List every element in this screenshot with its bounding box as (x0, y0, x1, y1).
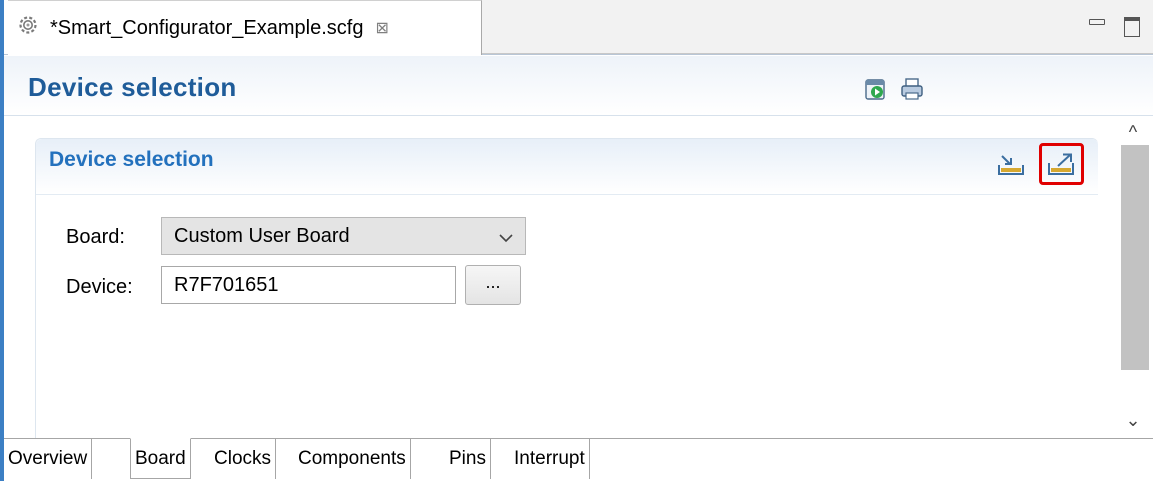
board-select[interactable]: Custom User Board (161, 217, 526, 255)
page-tab-bar: Overview Board Clocks Components Pins In… (4, 438, 1153, 481)
print-icon[interactable] (900, 76, 924, 102)
import-icon[interactable] (996, 151, 1026, 177)
tab-strip-background (482, 0, 1153, 54)
tab-clocks[interactable]: Clocks (210, 439, 277, 479)
scroll-thumb[interactable] (1121, 145, 1149, 370)
tab-overview[interactable]: Overview (4, 439, 93, 479)
board-select-value: Custom User Board (174, 224, 350, 247)
gear-icon (16, 13, 40, 43)
close-icon[interactable]: ⊠ (375, 18, 388, 38)
editor-tab-strip: *Smart_Configurator_Example.scfg ⊠ (4, 0, 1153, 55)
tab-components[interactable]: Components (294, 439, 411, 479)
maximize-icon[interactable] (1121, 14, 1143, 37)
browse-device-button[interactable]: ... (465, 265, 521, 305)
page-title: Device selection (28, 72, 237, 102)
tab-interrupt[interactable]: Interrupt (510, 439, 590, 479)
scroll-up-arrow[interactable]: ^ (1122, 122, 1144, 142)
section-header: Device selection (36, 139, 1098, 195)
device-selection-section: Device selection Board: Custom User Boar… (35, 138, 1098, 438)
form-header: Device selection (4, 56, 1153, 116)
scroll-down-arrow[interactable]: ⌄ (1122, 410, 1144, 430)
minimize-icon[interactable] (1086, 14, 1108, 36)
section-title: Device selection (49, 148, 214, 171)
editor-tab[interactable]: *Smart_Configurator_Example.scfg ⊠ (8, 0, 482, 55)
export-highlight-box (1039, 143, 1084, 185)
tab-board[interactable]: Board (130, 438, 191, 479)
device-field[interactable] (161, 266, 456, 304)
board-label: Board: (66, 226, 125, 248)
run-icon[interactable] (864, 76, 888, 102)
tab-pins[interactable]: Pins (445, 439, 491, 479)
chevron-down-icon (499, 228, 513, 243)
editor-tab-title: *Smart_Configurator_Example.scfg (50, 16, 364, 39)
device-label: Device: (66, 276, 133, 298)
